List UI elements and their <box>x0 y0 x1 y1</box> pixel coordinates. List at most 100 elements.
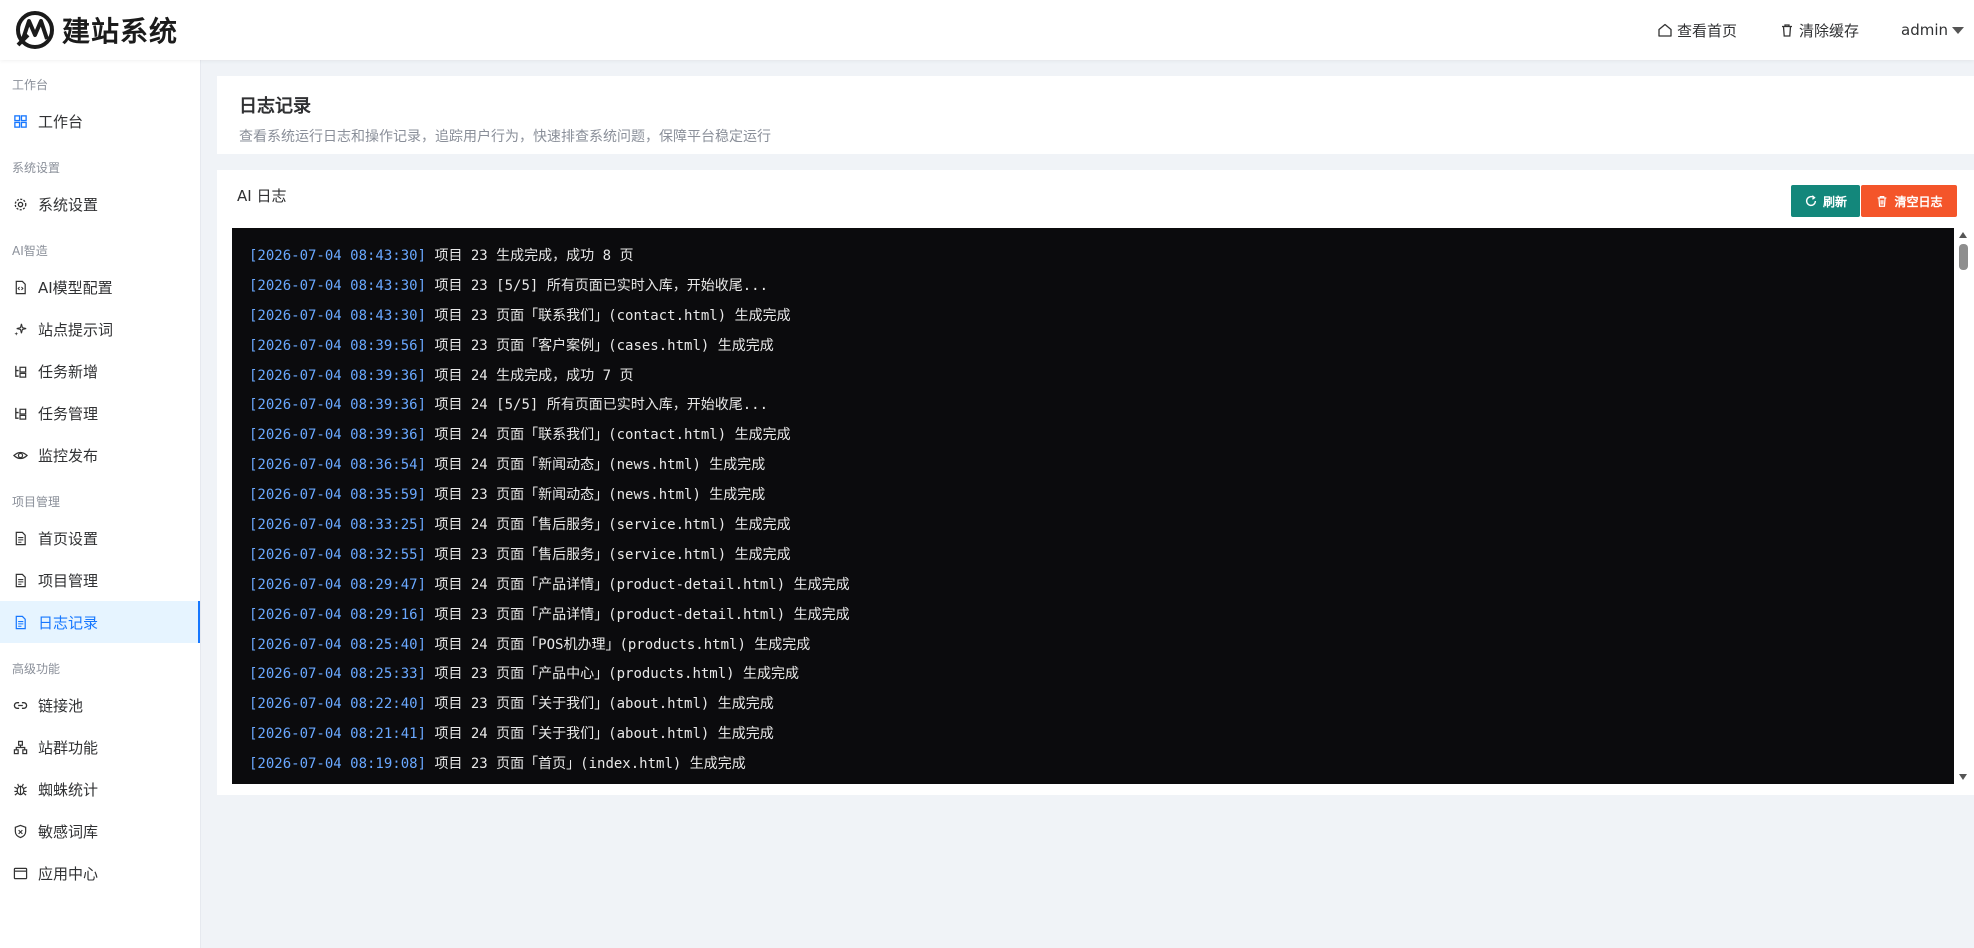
log-timestamp: [2026-07-04 08:39:56] <box>249 337 427 354</box>
logo-text: 建站系统 <box>62 15 179 48</box>
view-home-link[interactable]: 查看首页 <box>1657 20 1737 41</box>
page-header: 日志记录 查看系统运行日志和操作记录，追踪用户行为，快速排查系统问题，保障平台稳… <box>217 76 1974 154</box>
log-timestamp: [2026-07-04 08:39:36] <box>249 397 427 414</box>
refresh-button[interactable]: 刷新 <box>1791 185 1860 217</box>
page-title: 日志记录 <box>239 96 311 117</box>
log-timestamp: [2026-07-04 08:19:08] <box>249 756 427 773</box>
sidebar-item-label: 链接池 <box>38 696 84 715</box>
sidebar-item-monitor-publish[interactable]: 监控发布 <box>0 434 200 476</box>
sidebar-item-site-cluster[interactable]: 站群功能 <box>0 726 200 768</box>
sidebar-item-spider-stats[interactable]: 蜘蛛统计 <box>0 768 200 810</box>
sidebar-item-label: 任务新增 <box>38 362 99 381</box>
sidebar-item-task-add[interactable]: 任务新增 <box>0 350 200 392</box>
scroll-thumb[interactable] <box>1959 244 1968 270</box>
log-timestamp: [2026-07-04 08:39:36] <box>249 367 427 384</box>
log-timestamp: [2026-07-04 08:33:25] <box>249 517 427 534</box>
sidebar-item-app-center[interactable]: 应用中心 <box>0 852 200 894</box>
log-line: [2026-07-04 08:32:55] 项目 23 页面「售后服务」(ser… <box>249 541 1954 571</box>
log-line: [2026-07-04 08:43:30] 项目 23 生成完成，成功 8 页 <box>249 242 1954 272</box>
log-line: [2026-07-04 08:39:36] 项目 24 页面「联系我们」(con… <box>249 421 1954 451</box>
log-timestamp: [2026-07-04 08:43:30] <box>249 307 427 324</box>
cluster-icon <box>13 740 28 754</box>
page-description: 查看系统运行日志和操作记录，追踪用户行为，快速排查系统问题，保障平台稳定运行 <box>239 129 771 145</box>
sidebar-item-sensitive-words[interactable]: 敏感词库 <box>0 810 200 852</box>
bug-icon <box>14 783 27 796</box>
sidebar-group-title: 系统设置 <box>12 161 61 175</box>
log-timestamp: [2026-07-04 08:43:30] <box>249 277 427 294</box>
task-tree-icon <box>15 407 27 420</box>
log-line: [2026-07-04 08:35:59] 项目 23 页面「新闻动态」(new… <box>249 481 1954 511</box>
log-line: [2026-07-04 08:43:30] 项目 23 页面「联系我们」(con… <box>249 302 1954 332</box>
sidebar-item-label: 应用中心 <box>38 864 99 883</box>
gear-icon <box>14 198 27 210</box>
log-timestamp: [2026-07-04 08:29:16] <box>249 606 427 623</box>
clear-logs-label: 清空日志 <box>1894 194 1943 209</box>
sidebar-item-label: 站点提示词 <box>38 320 114 339</box>
log-line: [2026-07-04 08:39:36] 项目 24 生成完成，成功 7 页 <box>249 362 1954 392</box>
sidebar-item-ai-model-config[interactable]: AI模型配置 <box>0 266 200 308</box>
log-line: [2026-07-04 08:22:40] 项目 23 页面「关于我们」(abo… <box>249 690 1954 720</box>
clear-cache-label: 清除缓存 <box>1798 21 1859 40</box>
clear-cache-link[interactable]: 清除缓存 <box>1779 20 1859 41</box>
log-timestamp: [2026-07-04 08:43:30] <box>249 248 427 264</box>
sidebar-item-task-manage[interactable]: 任务管理 <box>0 392 200 434</box>
sidebar-item-label: 蜘蛛统计 <box>38 780 99 799</box>
sidebar-item-link-pool[interactable]: 链接池 <box>0 684 200 726</box>
log-message: 项目 23 页面「产品详情」(product-detail.html) 生成完成 <box>426 606 850 623</box>
home-icon <box>1658 23 1672 37</box>
sidebar-item-site-prompts[interactable]: 站点提示词 <box>0 308 200 350</box>
scroll-down-arrow-icon[interactable] <box>1959 774 1967 780</box>
log-line: [2026-07-04 08:21:41] 项目 24 页面「关于我们」(abo… <box>249 720 1954 750</box>
header-actions: 查看首页 清除缓存 admin <box>1615 0 1974 60</box>
log-timestamp: [2026-07-04 08:25:40] <box>249 636 427 653</box>
sidebar-item-label: 日志记录 <box>38 613 99 632</box>
log-console[interactable]: [2026-07-04 08:43:30] 项目 23 生成完成，成功 8 页[… <box>232 228 1954 784</box>
link-icon <box>13 701 28 709</box>
log-card: AI 日志 刷新 清空日志 [2026-07-04 08:43:30] 项目 2… <box>217 170 1974 795</box>
log-message: 项目 23 [5/5] 所有页面已实时入库，开始收尾... <box>426 277 769 294</box>
log-message: 项目 23 页面「新闻动态」(news.html) 生成完成 <box>426 487 766 504</box>
log-timestamp: [2026-07-04 08:21:41] <box>249 726 427 743</box>
log-message: 项目 24 页面「产品详情」(product-detail.html) 生成完成 <box>426 576 850 593</box>
sidebar-item-project-manage[interactable]: 项目管理 <box>0 559 200 601</box>
log-line: [2026-07-04 08:25:33] 项目 23 页面「产品中心」(pro… <box>249 660 1954 690</box>
sidebar-item-label: 首页设置 <box>38 529 99 548</box>
log-message: 项目 23 生成完成，成功 8 页 <box>426 248 634 264</box>
sidebar-item-home-settings[interactable]: 首页设置 <box>0 517 200 559</box>
top-header: 建站系统 查看首页 清除缓存 admin <box>0 0 1974 60</box>
sidebar-item-label: AI模型配置 <box>38 278 113 297</box>
trash-icon <box>1781 24 1792 37</box>
log-line: [2026-07-04 08:39:36] 项目 24 [5/5] 所有页面已实… <box>249 391 1954 421</box>
sidebar-item-label: 敏感词库 <box>38 822 99 841</box>
log-message: 项目 24 页面「新闻动态」(news.html) 生成完成 <box>426 457 766 474</box>
log-line: [2026-07-04 08:43:30] 项目 23 [5/5] 所有页面已实… <box>249 272 1954 302</box>
sidebar-item-dashboard[interactable]: 工作台 <box>0 100 200 142</box>
scroll-up-arrow-icon[interactable] <box>1959 232 1967 238</box>
chevron-down-icon <box>1952 26 1964 34</box>
sidebar-item-label: 工作台 <box>38 112 84 131</box>
log-message: 项目 24 页面「关于我们」(about.html) 生成完成 <box>426 726 774 743</box>
log-message: 项目 23 页面「关于我们」(about.html) 生成完成 <box>426 696 774 713</box>
log-timestamp: [2026-07-04 08:22:40] <box>249 696 427 713</box>
sidebar-item-logs[interactable]: 日志记录 <box>0 601 200 643</box>
logo[interactable]: 建站系统 <box>0 9 178 51</box>
sidebar: 工作台 工作台 系统设置 系统设置 AI智造 AI模型配置 站点提示词 任务新增… <box>0 60 201 948</box>
logo-icon <box>16 11 54 49</box>
log-line: [2026-07-04 08:36:54] 项目 24 页面「新闻动态」(new… <box>249 451 1954 481</box>
sidebar-item-label: 项目管理 <box>38 571 99 590</box>
log-line: [2026-07-04 08:25:40] 项目 24 页面「POS机办理」(p… <box>249 631 1954 661</box>
clear-logs-button[interactable]: 清空日志 <box>1861 185 1957 217</box>
sparkle-icon <box>14 323 27 336</box>
sidebar-group-title: 高级功能 <box>12 662 61 676</box>
log-message: 项目 24 生成完成，成功 7 页 <box>426 367 634 384</box>
console-scrollbar[interactable] <box>1954 228 1972 784</box>
user-menu[interactable]: admin <box>1901 21 1964 39</box>
sidebar-item-system-settings[interactable]: 系统设置 <box>0 183 200 225</box>
file-code-icon <box>15 280 26 294</box>
sidebar-item-label: 系统设置 <box>38 195 99 214</box>
log-message: 项目 23 页面「产品中心」(products.html) 生成完成 <box>426 666 800 683</box>
log-timestamp: [2026-07-04 08:35:59] <box>249 487 427 504</box>
document-icon <box>15 615 26 629</box>
log-timestamp: [2026-07-04 08:36:54] <box>249 457 427 474</box>
refresh-icon <box>1805 195 1817 207</box>
